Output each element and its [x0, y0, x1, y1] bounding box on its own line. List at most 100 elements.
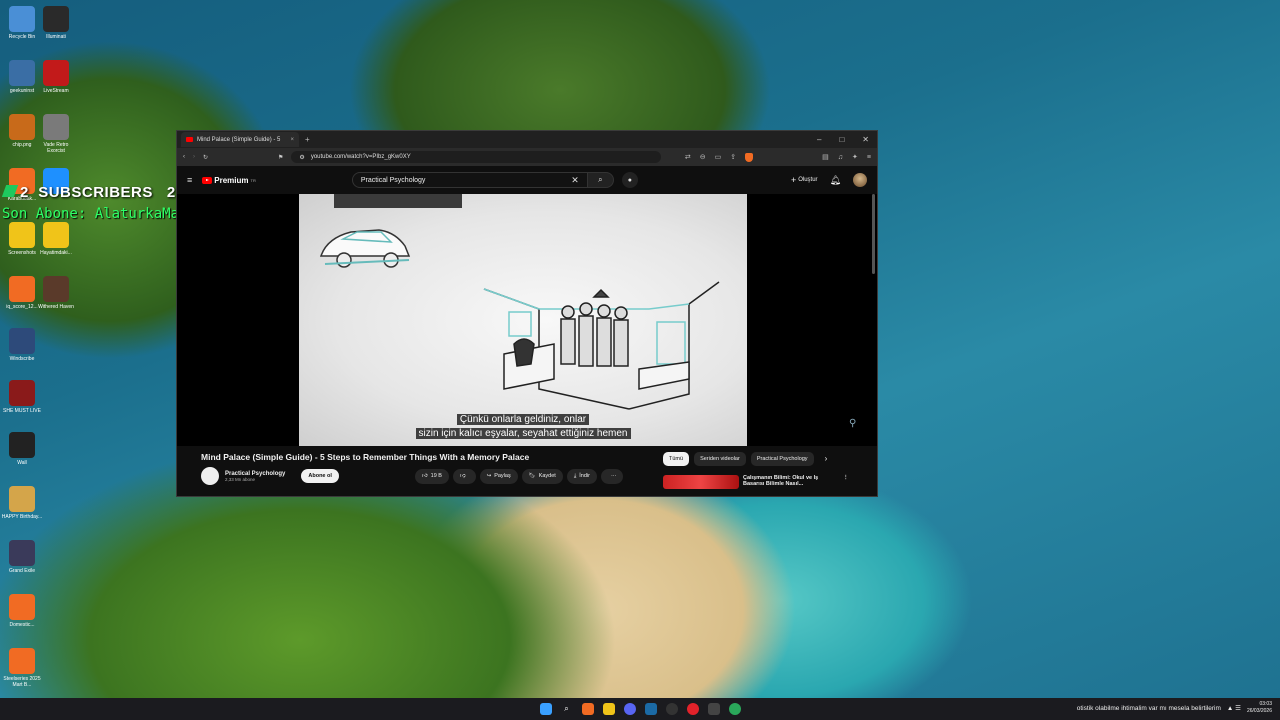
subscribe-button[interactable]: Abone ol — [301, 469, 339, 483]
channel-avatar[interactable] — [201, 467, 219, 485]
back-icon[interactable]: ‹ — [183, 154, 185, 160]
bookmark-icon[interactable]: ⚑ — [278, 154, 283, 161]
chip-all[interactable]: Tümü — [663, 452, 690, 466]
search-icon[interactable]: ⌕ — [561, 703, 573, 715]
action-download-button[interactable]: ⤓ İndir — [566, 468, 597, 484]
menu-icon[interactable]: ≡ — [867, 154, 871, 161]
opera-icon[interactable] — [686, 703, 699, 715]
clock-date: 26/03/2026 — [1246, 708, 1272, 714]
action-save-button[interactable]: 🔖︎ Kaydet — [521, 468, 563, 484]
zoom-icon[interactable]: ⊖ — [700, 153, 706, 161]
desktop-icon-steelseries-2025-mart-b[interactable]: Steelseries 2025 Mart B... — [0, 648, 44, 688]
forward-icon[interactable]: › — [193, 154, 195, 160]
recommended-thumbnail[interactable] — [663, 475, 739, 489]
recommended-more-icon[interactable]: ⋮ — [843, 475, 849, 489]
sidebar-icon[interactable]: ▤ — [822, 153, 829, 161]
chips-next-icon[interactable]: › — [819, 452, 834, 466]
new-tab-button[interactable]: + — [305, 135, 310, 144]
desktop-icon-label: SHE MUST LIVE — [3, 408, 41, 414]
desktop-icon-vade-retro-exorcist[interactable]: Vade Retro Exorcist — [34, 114, 78, 154]
recommendation-chips: Tümü Seriden videolar Practical Psycholo… — [663, 452, 833, 466]
start-windows-icon[interactable] — [539, 703, 552, 715]
translate-icon[interactable]: ⇄ — [685, 153, 691, 161]
obs-icon[interactable] — [665, 703, 678, 715]
desktop-icon-label: Wall — [17, 460, 27, 466]
hamburger-menu-icon[interactable]: ≡ — [187, 175, 192, 185]
tab-close-icon[interactable]: × — [290, 137, 294, 143]
taskbar: ⌕ otistik olabilme ihtimalim var mı mese… — [0, 698, 1280, 720]
like-icon: 👍︎ — [421, 473, 428, 479]
chrome-icon[interactable] — [728, 703, 741, 715]
channel-name[interactable]: Practical Psychology — [225, 471, 285, 477]
chip-series[interactable]: Seriden videolar — [694, 452, 746, 466]
overlay-subs-label: SUBSCRIBERS — [38, 184, 153, 201]
desktop-icon-label: Domestic... — [9, 622, 35, 628]
desktop-icon-grand-exile[interactable]: Grand Exile — [0, 540, 44, 574]
address-bar-icons: ⇄ ⊖ ▭ ⇪ ▤ ♫ ✦ ≡ — [685, 152, 871, 162]
page-scrollbar[interactable] — [872, 194, 875, 274]
account-avatar[interactable] — [853, 173, 867, 187]
reload-icon[interactable]: ↻ — [203, 154, 208, 161]
action-like-button[interactable]: 👍︎ 19 B — [414, 468, 449, 484]
desktop-icon-illuminati[interactable]: Illuminati — [34, 6, 78, 40]
channel-subscribers: 2,33 Mn abone — [225, 476, 256, 482]
search-input[interactable]: Practical Psychology ✕ — [351, 172, 588, 188]
brave-shields-icon[interactable] — [745, 152, 754, 162]
recommended-video[interactable]: Çalışmanın Bilimi: Okul ve İş Başarısı B… — [663, 475, 849, 489]
clock-time: 03:03 — [1259, 701, 1272, 707]
room-sketch-icon — [483, 281, 720, 410]
game-icon — [43, 276, 69, 302]
steam-icon[interactable] — [644, 703, 657, 715]
recommended-title[interactable]: Çalışmanın Bilimi: Okul ve İş Başarısı B… — [743, 475, 827, 485]
desktop-icon-livestream[interactable]: LiveStream — [34, 60, 78, 94]
desktop-icon-hayatimdaki[interactable]: Hayatimdaki... — [34, 222, 78, 256]
youtube-play-icon — [202, 176, 213, 184]
youtube-header: ≡ Premium TR Practical Psychology ✕ ⌕ ● … — [177, 166, 877, 194]
action-share-button[interactable]: ↪ Paylaş — [479, 468, 518, 484]
channel-watermark-icon[interactable]: ⚲ — [849, 418, 856, 429]
video-player[interactable]: Çünkü onlarla geldiniz, onlar sizin için… — [299, 194, 747, 446]
maximize-button[interactable]: □ — [839, 135, 844, 144]
action-label: Paylaş — [494, 473, 511, 479]
action-dislike-button[interactable]: 👎︎ — [452, 468, 476, 484]
file-explorer-icon[interactable] — [602, 703, 615, 715]
tray-icons[interactable]: ▲ ☰ — [1227, 704, 1241, 712]
youtube-logo[interactable]: Premium TR — [202, 176, 256, 185]
clear-search-icon[interactable]: ✕ — [571, 175, 579, 186]
desktop-icon-label: Illuminati — [46, 34, 66, 40]
search-button[interactable]: ⌕ — [587, 172, 614, 188]
player-area: Çünkü onlarla geldiniz, onlar sizin için… — [177, 194, 877, 446]
close-window-button[interactable]: ✕ — [862, 135, 869, 144]
minimize-button[interactable]: – — [817, 135, 821, 144]
voice-search-button[interactable]: ● — [621, 172, 638, 188]
media-icon[interactable]: ♫ — [838, 154, 843, 161]
brave-taskbar-icon[interactable] — [581, 703, 594, 715]
url-field[interactable]: ⚙ youtube.com/watch?v=PIbz_gKw0XY — [291, 151, 662, 163]
cast-icon[interactable]: ▭ — [715, 153, 722, 161]
clock[interactable]: 03:03 26/03/2026 — [1247, 701, 1272, 715]
channel-info: Practical Psychology 2,33 Mn abone — [225, 471, 285, 482]
desktop-icon-she-must-live[interactable]: SHE MUST LIVE — [0, 380, 44, 414]
notifications-bell-icon[interactable]: 🔔︎ — [830, 175, 841, 186]
action-more-button[interactable]: ··· — [600, 468, 624, 484]
desktop-icon-wall[interactable]: Wall — [0, 432, 44, 466]
action-label: İndir — [579, 473, 590, 479]
poster-icon — [9, 486, 35, 512]
video-actions: 👍︎ 19 B 👎︎ ↪ Paylaş 🔖︎ Kaydet ⤓ İndir ··· — [414, 468, 624, 484]
desktop-icon-windscribe[interactable]: Windscribe — [0, 328, 44, 362]
site-info-icon[interactable]: ⚙ — [299, 154, 304, 161]
create-button[interactable]: + Oluştur — [791, 175, 818, 185]
leo-icon[interactable]: ✦ — [852, 153, 858, 161]
desktop-icon-happy-birthday[interactable]: HAPPY Birthday... — [0, 486, 44, 520]
game-icon — [9, 540, 35, 566]
chip-channel[interactable]: Practical Psychology — [750, 452, 814, 466]
desktop-icon-label: Windscribe — [9, 356, 35, 362]
share-page-icon[interactable]: ⇪ — [730, 153, 736, 161]
app-icon[interactable] — [707, 703, 720, 715]
tab-title: Mind Palace (Simple Guide) - 5 — [197, 136, 281, 143]
browser-tab[interactable]: Mind Palace (Simple Guide) - 5 × — [181, 132, 299, 147]
desktop-icon-withered-haven[interactable]: Withered Haven — [34, 276, 78, 310]
desktop-icon-domestic[interactable]: Domestic... — [0, 594, 44, 628]
discord-icon[interactable] — [623, 703, 636, 715]
header-right: + Oluştur 🔔︎ — [791, 173, 867, 187]
